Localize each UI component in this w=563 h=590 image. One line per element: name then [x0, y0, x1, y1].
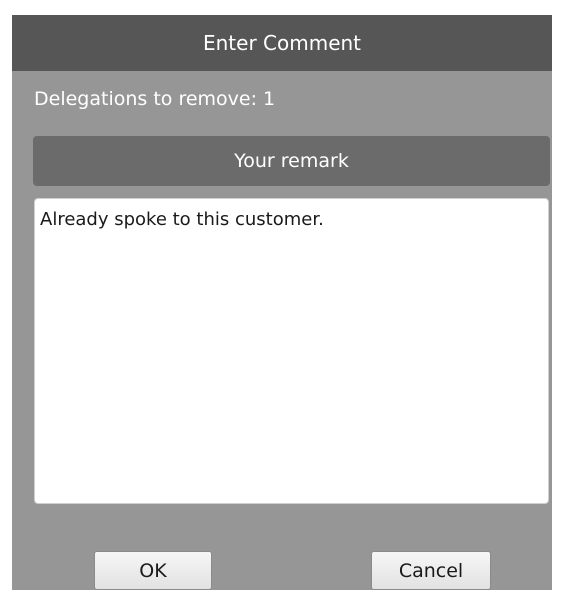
enter-comment-dialog: Enter Comment Delegations to remove: 1 Y…	[12, 15, 552, 590]
cancel-button-label: Cancel	[398, 559, 464, 582]
ok-button[interactable]: OK	[94, 551, 212, 590]
remark-header-label: Your remark	[234, 150, 349, 172]
cancel-button[interactable]: Cancel	[371, 551, 491, 590]
dialog-title: Enter Comment	[202, 31, 362, 55]
remark-textarea[interactable]: Already spoke to this customer.	[34, 198, 549, 504]
remark-section-header: Your remark	[33, 136, 550, 186]
delegations-count-label: Delegations to remove: 1	[34, 88, 276, 110]
ok-button-label: OK	[139, 559, 167, 582]
dialog-title-bar: Enter Comment	[12, 15, 552, 71]
